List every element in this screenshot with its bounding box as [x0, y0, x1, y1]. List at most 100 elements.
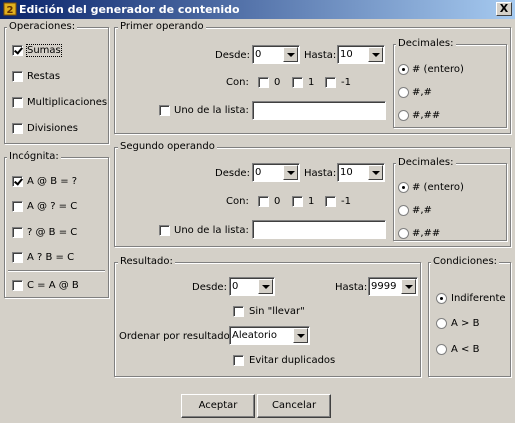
primer-hasta-value: 10 — [340, 49, 353, 60]
multiplicaciones-label[interactable]: Multiplicaciones — [27, 97, 107, 108]
primer-hasta-select[interactable]: 10 — [337, 45, 385, 64]
cancelar-button[interactable]: Cancelar — [257, 394, 331, 418]
chevron-down-icon[interactable] — [368, 47, 383, 62]
segundo-hasta-select[interactable]: 10 — [337, 163, 385, 182]
chevron-down-icon[interactable] — [283, 165, 298, 180]
primer-decimales-two-label[interactable]: #,## — [412, 110, 440, 121]
resultado-hasta-value: 9999 — [371, 281, 397, 292]
sin-llevar-label[interactable]: Sin "llevar" — [249, 306, 305, 317]
primer-decimales-entero-radio[interactable] — [398, 64, 409, 75]
segundo-decimales-one-radio[interactable] — [398, 205, 409, 216]
sin-llevar-checkbox[interactable] — [233, 306, 244, 317]
primer-con-1-checkbox[interactable] — [292, 77, 303, 88]
primer-con-0-label[interactable]: 0 — [274, 77, 280, 88]
segundo-lista-input[interactable] — [252, 220, 386, 239]
primer-desde-select[interactable]: 0 — [252, 45, 300, 64]
a-lt-b-radio[interactable] — [436, 344, 447, 355]
chevron-down-icon[interactable] — [401, 279, 416, 294]
segundo-desde-select[interactable]: 0 — [252, 163, 300, 182]
title-bar[interactable]: 2 Edición del generador de contenido X — [0, 0, 515, 19]
resultado-desde-label: Desde: — [192, 282, 227, 293]
primer-con-neg1-label[interactable]: -1 — [341, 77, 351, 88]
segundo-decimales-group: Decimales: — [393, 157, 507, 241]
ordenar-label: Ordenar por resultado: — [119, 331, 234, 342]
segundo-con-1-label[interactable]: 1 — [308, 196, 314, 207]
a-gt-b-radio[interactable] — [436, 318, 447, 329]
segundo-decimales-two-label[interactable]: #,## — [412, 228, 440, 239]
segundo-lista-checkbox[interactable] — [159, 225, 170, 236]
resultado-hasta-label: Hasta: — [335, 282, 368, 293]
segundo-decimales-entero-label[interactable]: # (entero) — [412, 182, 464, 193]
segundo-con-0-label[interactable]: 0 — [274, 196, 280, 207]
incognita-op-missing-checkbox[interactable] — [12, 252, 23, 263]
window-title: Edición del generador de contenido — [19, 3, 240, 16]
chevron-down-icon[interactable] — [258, 279, 273, 294]
incognita-a-b-missing-checkbox[interactable] — [12, 201, 23, 212]
primer-decimales-entero-label[interactable]: # (entero) — [412, 64, 464, 75]
restas-label[interactable]: Restas — [27, 71, 60, 82]
incognita-legend: Incógnita: — [7, 151, 61, 162]
indiferente-label[interactable]: Indiferente — [451, 293, 506, 304]
indiferente-radio[interactable] — [436, 293, 447, 304]
primer-decimales-one-label[interactable]: #,# — [412, 87, 432, 98]
ordenar-value: Aleatorio — [232, 330, 277, 341]
primer-hasta-label: Hasta: — [304, 50, 337, 61]
evitar-duplicados-checkbox[interactable] — [233, 355, 244, 366]
close-button[interactable]: X — [496, 2, 512, 16]
aceptar-button[interactable]: Aceptar — [181, 394, 255, 418]
incognita-a-missing-checkbox[interactable] — [12, 227, 23, 238]
ordenar-select[interactable]: Aleatorio — [229, 326, 310, 345]
incognita-c-equals-label[interactable]: C = A @ B — [27, 280, 79, 291]
incognita-op-missing-label[interactable]: A ? B = C — [27, 252, 74, 263]
divisiones-checkbox[interactable] — [12, 123, 23, 134]
incognita-a-missing-label[interactable]: ? @ B = C — [27, 227, 77, 238]
app-icon: 2 — [3, 2, 17, 16]
primer-con-0-checkbox[interactable] — [258, 77, 269, 88]
resultado-legend: Resultado: — [118, 256, 175, 267]
incognita-a-b-result-checkbox[interactable] — [12, 176, 23, 187]
incognita-a-b-missing-label[interactable]: A @ ? = C — [27, 201, 77, 212]
multiplicaciones-checkbox[interactable] — [12, 97, 23, 108]
chevron-down-icon[interactable] — [293, 328, 308, 343]
operaciones-legend: Operaciones: — [7, 21, 78, 32]
segundo-decimales-entero-radio[interactable] — [398, 182, 409, 193]
chevron-down-icon[interactable] — [283, 47, 298, 62]
segundo-hasta-value: 10 — [340, 167, 353, 178]
chevron-down-icon[interactable] — [368, 165, 383, 180]
primer-con-label: Con: — [226, 77, 249, 88]
segundo-con-neg1-checkbox[interactable] — [325, 196, 336, 207]
evitar-duplicados-label[interactable]: Evitar duplicados — [249, 355, 335, 366]
primer-lista-input[interactable] — [252, 101, 386, 120]
segundo-decimales-two-radio[interactable] — [398, 228, 409, 239]
primer-decimales-group: Decimales: — [393, 38, 507, 128]
segundo-con-1-checkbox[interactable] — [292, 196, 303, 207]
segundo-con-neg1-label[interactable]: -1 — [341, 196, 351, 207]
segundo-lista-label[interactable]: Uno de la lista: — [174, 225, 249, 236]
primer-decimales-one-radio[interactable] — [398, 87, 409, 98]
segundo-con-0-checkbox[interactable] — [258, 196, 269, 207]
primer-lista-label[interactable]: Uno de la lista: — [174, 105, 249, 116]
restas-checkbox[interactable] — [12, 71, 23, 82]
incognita-c-equals-checkbox[interactable] — [12, 280, 23, 291]
a-lt-b-label[interactable]: A < B — [451, 344, 479, 355]
condiciones-legend: Condiciones: — [431, 256, 500, 267]
svg-text:2: 2 — [7, 5, 14, 16]
primer-operando-legend: Primer operando — [118, 21, 206, 32]
primer-lista-checkbox[interactable] — [159, 105, 170, 116]
resultado-hasta-select[interactable]: 9999 — [368, 277, 418, 296]
primer-decimales-two-radio[interactable] — [398, 110, 409, 121]
a-gt-b-label[interactable]: A > B — [451, 318, 479, 329]
sumas-label[interactable]: Sumas — [26, 44, 62, 57]
segundo-decimales-legend: Decimales: — [396, 157, 456, 168]
primer-desde-value: 0 — [255, 49, 262, 60]
segundo-desde-value: 0 — [255, 167, 262, 178]
resultado-desde-select[interactable]: 0 — [229, 277, 275, 296]
segundo-decimales-one-label[interactable]: #,# — [412, 205, 432, 216]
divisiones-label[interactable]: Divisiones — [27, 123, 78, 134]
incognita-separator — [8, 270, 105, 272]
sumas-checkbox[interactable] — [12, 45, 23, 56]
incognita-a-b-result-label[interactable]: A @ B = ? — [27, 176, 77, 187]
primer-con-neg1-checkbox[interactable] — [325, 77, 336, 88]
primer-desde-label: Desde: — [215, 50, 250, 61]
primer-con-1-label[interactable]: 1 — [308, 77, 314, 88]
